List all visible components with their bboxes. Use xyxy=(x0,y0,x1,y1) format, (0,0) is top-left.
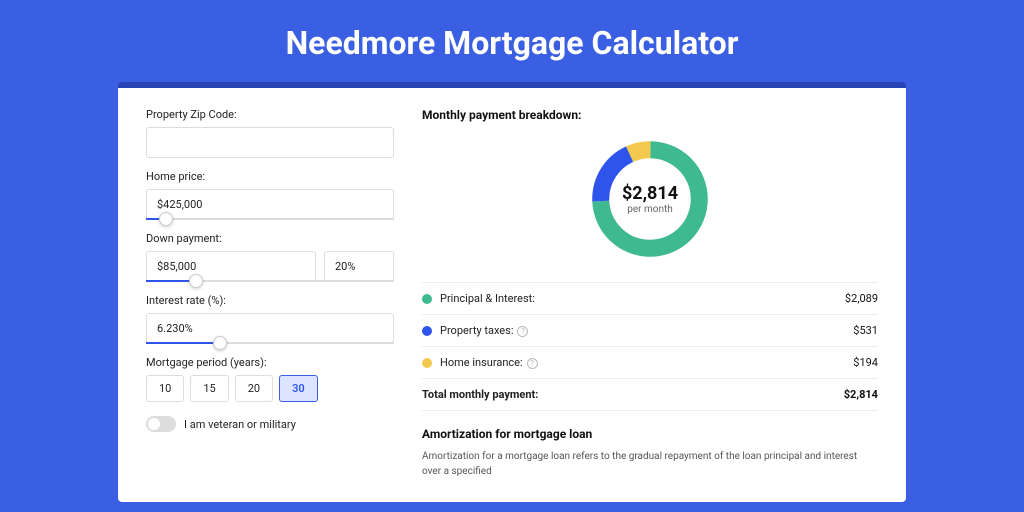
price-slider[interactable] xyxy=(146,218,394,220)
period-label: Mortgage period (years): xyxy=(146,356,394,369)
legend-value: $194 xyxy=(853,356,878,369)
veteran-label: I am veteran or military xyxy=(184,418,296,431)
legend-row-insurance: Home insurance:? $194 xyxy=(422,347,878,379)
donut-per-month: per month xyxy=(622,204,678,215)
legend-row-taxes: Property taxes:? $531 xyxy=(422,315,878,347)
amortization-text: Amortization for a mortgage loan refers … xyxy=(422,449,878,479)
downpayment-amount-input[interactable] xyxy=(146,251,316,282)
period-field: Mortgage period (years): 10 15 20 30 xyxy=(146,356,394,402)
rate-label: Interest rate (%): xyxy=(146,294,394,307)
legend-value: $531 xyxy=(853,324,878,337)
downpayment-field: Down payment: xyxy=(146,232,394,282)
veteran-toggle[interactable] xyxy=(146,416,176,432)
zip-field: Property Zip Code: xyxy=(146,108,394,158)
price-input[interactable] xyxy=(146,189,394,220)
period-options: 10 15 20 30 xyxy=(146,375,394,402)
legend-total-value: $2,814 xyxy=(844,388,878,401)
legend-value: $2,089 xyxy=(845,292,878,305)
calculator-card: Property Zip Code: Home price: Down paym… xyxy=(118,82,906,502)
zip-input[interactable] xyxy=(146,127,394,158)
help-icon[interactable]: ? xyxy=(527,358,538,369)
amortization-heading: Amortization for mortgage loan xyxy=(422,427,878,441)
legend-row-principal: Principal & Interest: $2,089 xyxy=(422,283,878,315)
period-option-10[interactable]: 10 xyxy=(146,375,184,402)
legend-name: Principal & Interest: xyxy=(440,292,845,305)
period-option-15[interactable]: 15 xyxy=(190,375,228,402)
donut-total-amount: $2,814 xyxy=(622,183,678,204)
price-slider-thumb[interactable] xyxy=(159,212,173,226)
help-icon[interactable]: ? xyxy=(517,326,528,337)
rate-field: Interest rate (%): xyxy=(146,294,394,344)
donut-chart: $2,814 per month xyxy=(422,134,878,264)
rate-slider[interactable] xyxy=(146,342,394,344)
legend-name: Property taxes:? xyxy=(440,324,853,337)
zip-label: Property Zip Code: xyxy=(146,108,394,121)
breakdown-legend: Principal & Interest: $2,089 Property ta… xyxy=(422,282,878,411)
breakdown-panel: Monthly payment breakdown: $2,814 per mo… xyxy=(422,108,878,482)
downpayment-label: Down payment: xyxy=(146,232,394,245)
downpayment-percent-input[interactable] xyxy=(324,251,394,282)
downpayment-slider-thumb[interactable] xyxy=(189,274,203,288)
legend-dot xyxy=(422,358,432,368)
rate-input[interactable] xyxy=(146,313,394,344)
period-option-20[interactable]: 20 xyxy=(235,375,273,402)
breakdown-heading: Monthly payment breakdown: xyxy=(422,108,878,122)
legend-dot xyxy=(422,326,432,336)
downpayment-slider[interactable] xyxy=(146,280,394,282)
legend-dot xyxy=(422,294,432,304)
rate-slider-thumb[interactable] xyxy=(213,336,227,350)
legend-total-name: Total monthly payment: xyxy=(422,388,844,401)
veteran-field: I am veteran or military xyxy=(146,416,394,432)
price-label: Home price: xyxy=(146,170,394,183)
period-option-30[interactable]: 30 xyxy=(279,375,318,402)
form-panel: Property Zip Code: Home price: Down paym… xyxy=(146,108,394,482)
legend-row-total: Total monthly payment: $2,814 xyxy=(422,379,878,411)
page-title: Needmore Mortgage Calculator xyxy=(0,0,1024,82)
price-field: Home price: xyxy=(146,170,394,220)
legend-name: Home insurance:? xyxy=(440,356,853,369)
